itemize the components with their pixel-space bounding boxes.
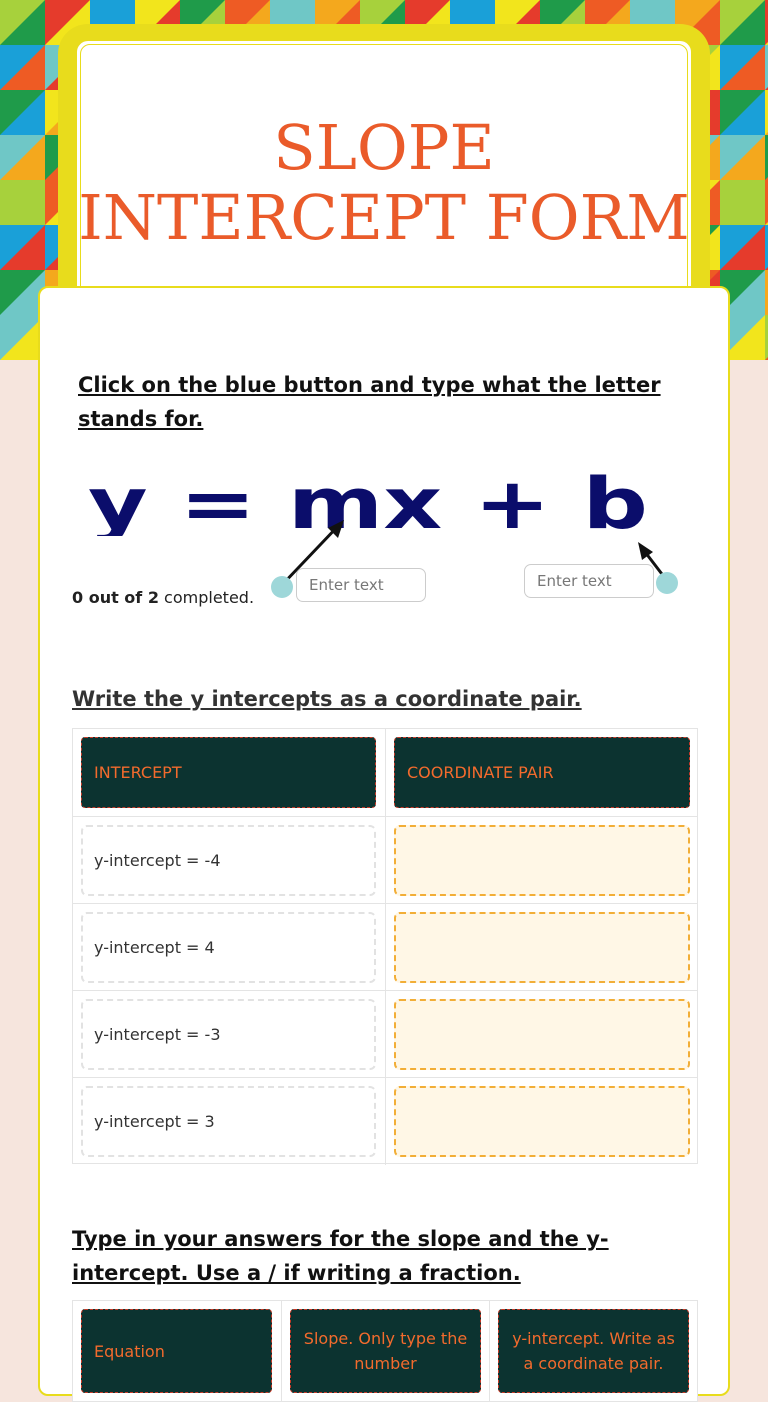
progress-text: 0 out of 2 completed. xyxy=(72,588,254,607)
hotspot-b[interactable] xyxy=(656,572,678,594)
header-slope: Slope. Only type the number xyxy=(290,1309,481,1393)
table-row: y-intercept = 4 xyxy=(73,903,697,991)
table-row: y-intercept = 3 xyxy=(73,1077,697,1165)
svg-text:y = mx + b: y = mx + b xyxy=(88,466,648,536)
drop-zone[interactable] xyxy=(394,912,690,983)
table-header-cell: Equation xyxy=(73,1301,280,1401)
answer-b-input[interactable]: Enter text xyxy=(524,564,654,598)
table-row: y-intercept = -3 xyxy=(73,990,697,1078)
title-box: SLOPE INTERCEPT FORM xyxy=(74,38,694,324)
table-header-cell: y-intercept. Write as a coordinate pair. xyxy=(489,1301,697,1401)
progress-suffix: completed. xyxy=(158,588,255,607)
header-equation: Equation xyxy=(81,1309,272,1393)
header-coordinate-pair: COORDINATE PAIR xyxy=(394,737,690,808)
equation-image: y = mx + b xyxy=(88,466,648,536)
question-2-instruction: Write the y intercepts as a coordinate p… xyxy=(72,687,582,711)
answer-m-input[interactable]: Enter text xyxy=(296,568,426,602)
worksheet: Click on the blue button and type what t… xyxy=(38,286,730,1402)
hotspot-m[interactable] xyxy=(271,576,293,598)
draggable-item[interactable]: y-intercept = 4 xyxy=(81,912,376,983)
table-header-row: INTERCEPT COORDINATE PAIR xyxy=(73,729,697,816)
match-table: INTERCEPT COORDINATE PAIR y-intercept = … xyxy=(72,728,698,1165)
answer-table: Equation Slope. Only type the number y-i… xyxy=(72,1300,698,1402)
question-1-instruction: Click on the blue button and type what t… xyxy=(78,373,661,431)
drop-zone[interactable] xyxy=(394,825,690,896)
drop-zone[interactable] xyxy=(394,1086,690,1157)
header-intercept: INTERCEPT xyxy=(81,737,376,808)
table-row: y-intercept = -4 xyxy=(73,816,697,904)
table-header-cell: Slope. Only type the number xyxy=(281,1301,489,1401)
page-title: SLOPE INTERCEPT FORM xyxy=(78,111,690,254)
header-y-intercept: y-intercept. Write as a coordinate pair. xyxy=(498,1309,689,1393)
draggable-item[interactable]: y-intercept = -3 xyxy=(81,999,376,1070)
draggable-item[interactable]: y-intercept = -4 xyxy=(81,825,376,896)
drop-zone[interactable] xyxy=(394,999,690,1070)
title-card: SLOPE INTERCEPT FORM xyxy=(58,24,710,324)
question-3-instruction: Type in your answers for the slope and t… xyxy=(72,1227,609,1285)
progress-count: 0 out of 2 xyxy=(72,588,159,607)
draggable-item[interactable]: y-intercept = 3 xyxy=(81,1086,376,1157)
